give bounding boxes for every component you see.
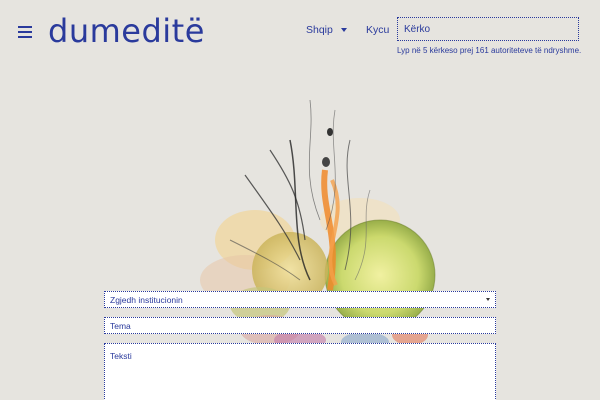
hamburger-menu-icon[interactable] — [18, 26, 32, 38]
search-input[interactable] — [397, 17, 579, 41]
login-link[interactable]: Kycu — [366, 24, 389, 36]
subject-placeholder: Tema — [110, 320, 131, 331]
institution-select[interactable]: Zgjedh institucionin — [104, 291, 496, 308]
stats-text: Lyp në 5 kërkeso prej 161 autoriteteve t… — [397, 46, 582, 55]
page: dumeditë Shqip Kycu Lyp në 5 kërkeso pre… — [0, 0, 600, 400]
request-form: Zgjedh institucionin Tema Teksti — [104, 291, 496, 400]
language-label: Shqip — [306, 24, 333, 36]
site-logo[interactable]: dumeditë — [48, 12, 205, 50]
chevron-down-icon — [340, 28, 347, 32]
dropdown-arrow-icon — [486, 298, 490, 301]
language-selector[interactable]: Shqip — [306, 24, 347, 36]
institution-select-label: Zgjedh institucionin — [110, 294, 183, 305]
subject-field[interactable]: Tema — [104, 317, 496, 334]
body-textarea[interactable]: Teksti — [104, 343, 496, 400]
body-placeholder: Teksti — [110, 351, 132, 361]
